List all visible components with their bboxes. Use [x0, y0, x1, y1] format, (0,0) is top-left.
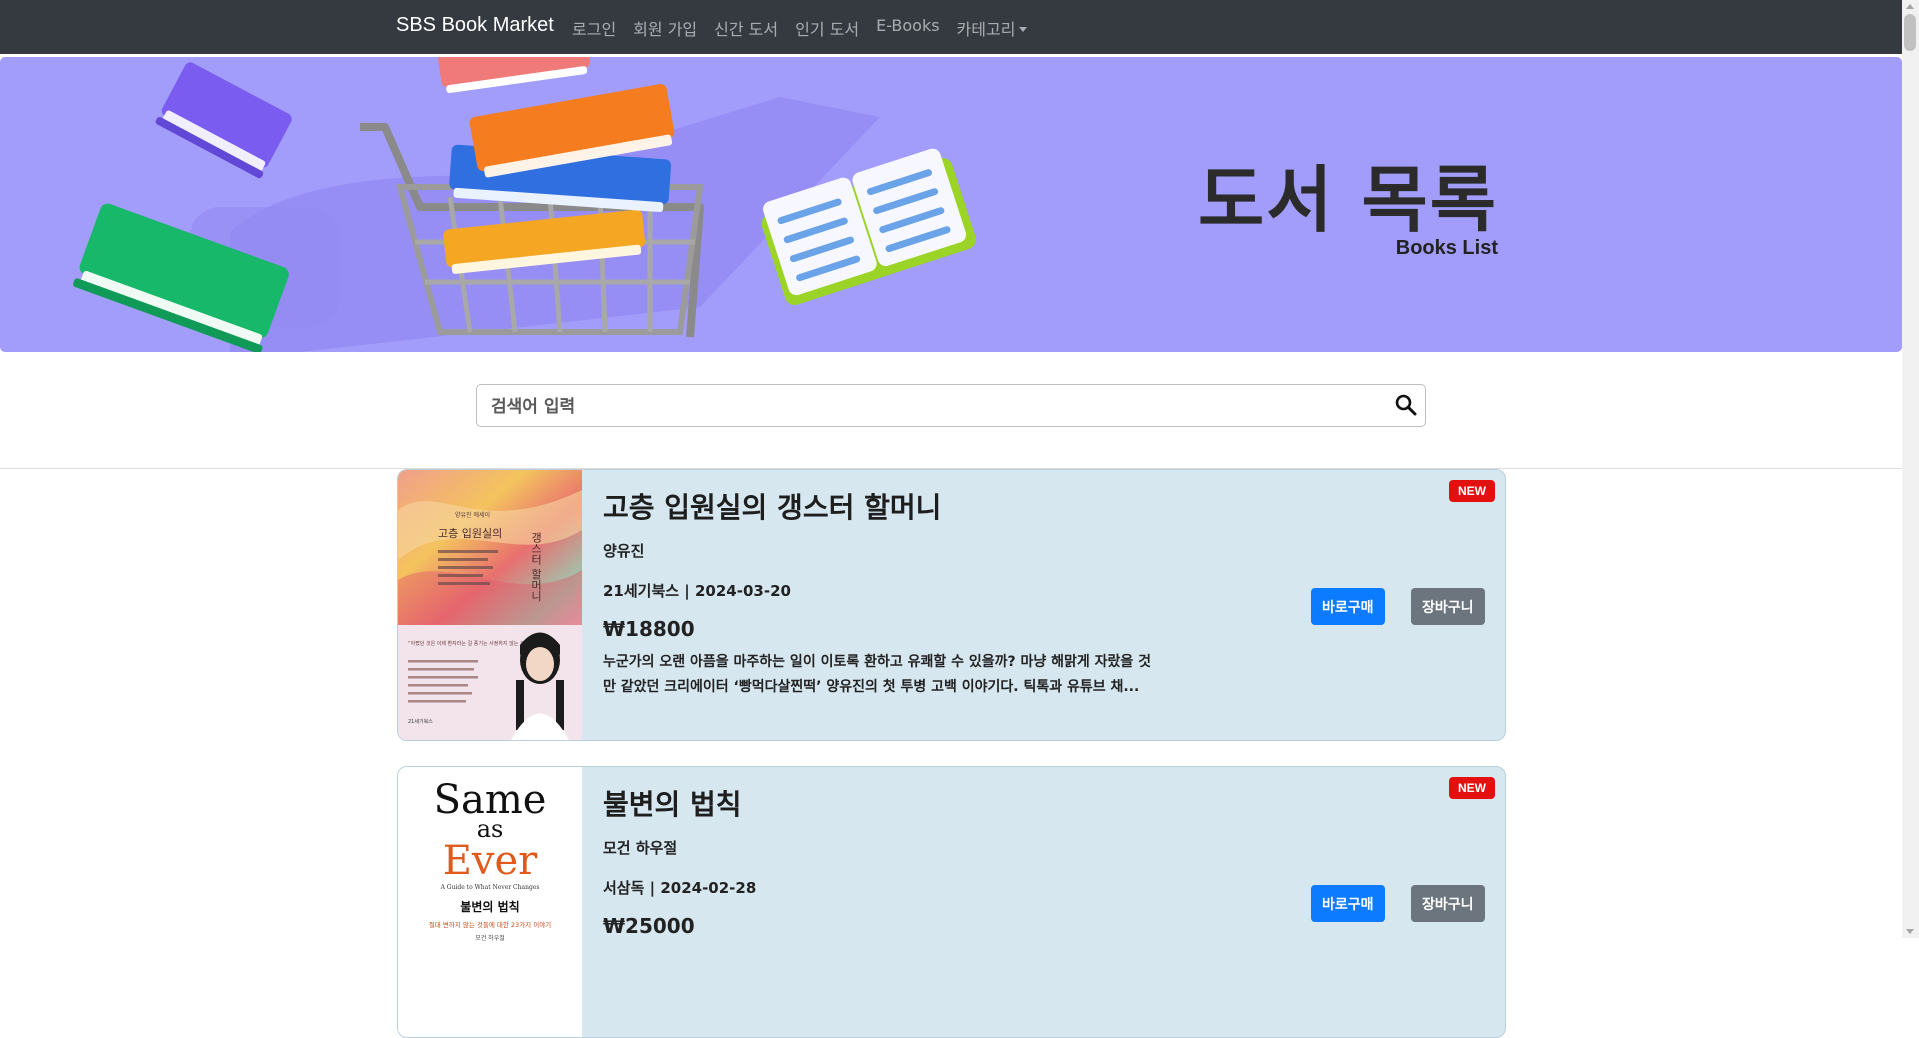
- book-title[interactable]: 불변의 법칙: [603, 783, 742, 823]
- nav-category-dropdown[interactable]: 카테고리: [957, 16, 1028, 40]
- page-subtitle: Books List: [1395, 237, 1498, 259]
- book-cover-art: Same as Ever A Guide to What Never Chang…: [398, 767, 582, 1037]
- book-author: 모건 하우절: [603, 839, 678, 857]
- banner-illustration: [73, 57, 976, 352]
- cover-title-right: 갱스터 할머니: [530, 532, 543, 602]
- nav-links: 로그인 회원 가입 신간 도서 인기 도서 E-Books 카테고리: [572, 16, 1044, 40]
- scroll-down-arrow-icon[interactable]: [1906, 929, 1914, 934]
- buy-now-button[interactable]: 바로구매: [1311, 885, 1385, 922]
- add-to-cart-button[interactable]: 장바구니: [1411, 885, 1485, 922]
- buy-now-button[interactable]: 바로구매: [1311, 588, 1385, 625]
- book-price: ₩18800: [603, 617, 695, 641]
- book-cover-art: 양유진 에세이 고층 입원실의 갱스터 할머니 “아팠던 것은 이제 환자라는 …: [398, 470, 582, 740]
- nav-login[interactable]: 로그인: [572, 16, 616, 40]
- book-price: ₩25000: [603, 914, 695, 938]
- search-input[interactable]: [489, 393, 1373, 421]
- new-badge: NEW: [1449, 480, 1495, 502]
- book-publisher-date: 21세기북스 | 2024-03-20: [603, 582, 791, 600]
- cover-korean-title: 불변의 법칙: [460, 899, 519, 914]
- nav-popular-books[interactable]: 인기 도서: [795, 16, 859, 40]
- nav-new-books[interactable]: 신간 도서: [714, 16, 778, 40]
- page-title: 도서 목록: [1197, 158, 1498, 242]
- cover-series-text: 양유진 에세이: [455, 511, 490, 519]
- top-navbar: SBS Book Market 로그인 회원 가입 신간 도서 인기 도서 E-…: [0, 0, 1902, 54]
- vertical-scrollbar[interactable]: [1902, 0, 1919, 938]
- cover-quote: “아팠던 것은 이제 환자라는 걸 풍기는 사정하지 않는 것이다”: [408, 640, 537, 647]
- new-badge: NEW: [1449, 777, 1495, 799]
- book-publisher-date: 서삼독 | 2024-02-28: [603, 879, 757, 897]
- book-title[interactable]: 고층 입원실의 갱스터 할머니: [603, 486, 941, 526]
- book-card: 양유진 에세이 고층 입원실의 갱스터 할머니 “아팠던 것은 이제 환자라는 …: [397, 469, 1506, 741]
- search-icon[interactable]: [1395, 394, 1417, 416]
- cover-tagline: A Guide to What Never Changes: [440, 884, 540, 891]
- add-to-cart-button[interactable]: 장바구니: [1411, 588, 1485, 625]
- book-cover-image[interactable]: 양유진 에세이 고층 입원실의 갱스터 할머니 “아팠던 것은 이제 환자라는 …: [398, 470, 582, 740]
- book-author: 양유진: [603, 542, 645, 560]
- book-card: Same as Ever A Guide to What Never Chang…: [397, 766, 1506, 1038]
- search-bar: [476, 384, 1426, 427]
- cover-author: 모건 하우절: [475, 934, 505, 942]
- hero-banner: 도서 목록 Books List: [0, 57, 1902, 352]
- book-cover-image[interactable]: Same as Ever A Guide to What Never Chang…: [398, 767, 582, 1037]
- brand-link[interactable]: SBS Book Market: [396, 14, 554, 37]
- cover-title-left: 고층 입원실의: [438, 527, 502, 540]
- scroll-up-arrow-icon[interactable]: [1906, 4, 1914, 9]
- nav-category-label: 카테고리: [956, 20, 1016, 39]
- cover-publisher: 21세기북스: [408, 718, 433, 725]
- cover-korean-subtitle: 절대 변하지 않는 것들에 대한 23가지 이야기: [429, 920, 551, 929]
- cover-title-line3: Ever: [443, 838, 538, 884]
- caret-down-icon: [1019, 27, 1028, 32]
- book-description: 누군가의 오랜 아픔을 마주하는 일이 이토록 환하고 유쾌할 수 있을까? 마…: [603, 654, 1152, 695]
- nav-ebooks[interactable]: E-Books: [876, 16, 939, 40]
- nav-signup[interactable]: 회원 가입: [633, 16, 697, 40]
- scrollbar-thumb[interactable]: [1904, 14, 1916, 51]
